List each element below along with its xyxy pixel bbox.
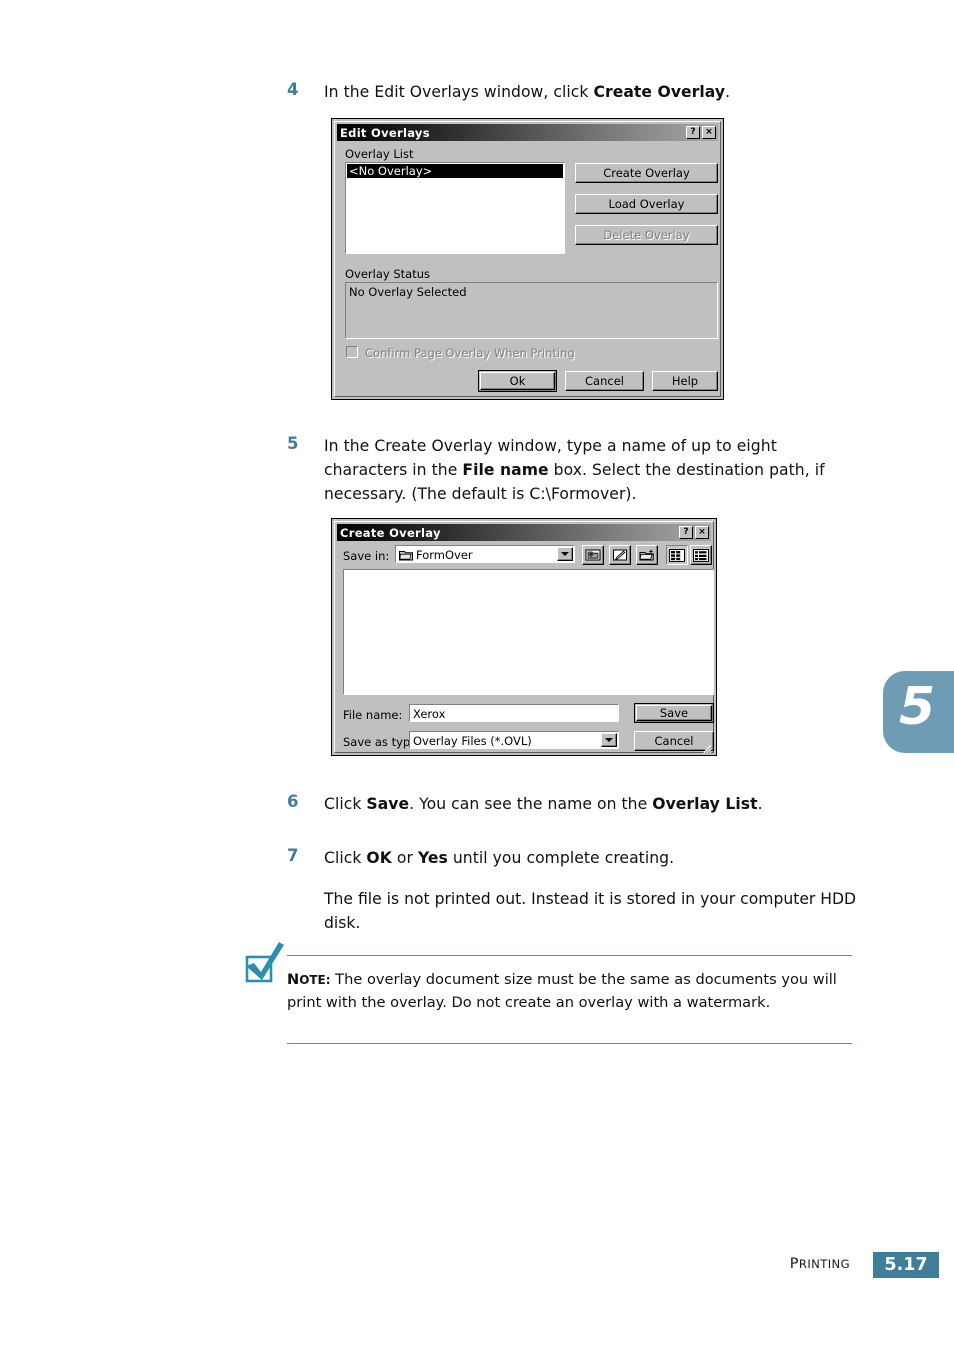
- resize-grip-icon[interactable]: [700, 739, 712, 754]
- step-6-text: Click Save. You can see the name on the …: [324, 795, 763, 813]
- save-in-value: FormOver: [416, 548, 473, 562]
- create-new-folder-icon[interactable]: [609, 545, 631, 565]
- overlay-status-value: No Overlay Selected: [349, 285, 467, 299]
- save-as-type-combo[interactable]: Overlay Files (*.OVL): [409, 731, 619, 749]
- edit-overlays-dialog-body: Edit Overlays ? × Overlay List <No Overl…: [334, 121, 721, 397]
- create-overlay-titlebar: Create Overlay ? ×: [337, 524, 711, 541]
- note-top-rule: [287, 955, 852, 956]
- overlay-list-label: Overlay List: [345, 147, 414, 161]
- edit-overlays-title: Edit Overlays: [340, 125, 430, 140]
- file-list-box[interactable]: [343, 569, 714, 695]
- create-overlay-button-label: Create Overlay: [603, 166, 690, 180]
- manual-page: 5 4 In the Edit Overlays window, click C…: [0, 0, 954, 1346]
- chevron-down-icon: [605, 738, 613, 742]
- confirm-page-overlay-checkbox: [346, 346, 358, 358]
- overlay-status-label: Overlay Status: [345, 267, 431, 281]
- save-as-type-value-wrap: Overlay Files (*.OVL): [413, 734, 532, 748]
- step-7-number: 7: [287, 846, 299, 865]
- edit-overlays-titlebar: Edit Overlays ? ×: [337, 124, 718, 141]
- chapter-number: 5: [899, 677, 935, 737]
- page-footer: PRINTING 5.17: [0, 1252, 954, 1278]
- save-button-label: Save: [659, 706, 689, 720]
- up-one-level-icon[interactable]: [582, 545, 604, 565]
- step-7: 7 Click OK or Yes until you complete cre…: [287, 846, 857, 870]
- footer-page-number: 5.17: [873, 1252, 939, 1278]
- cancel-button-label: Cancel: [654, 734, 694, 748]
- step-4-text: In the Edit Overlays window, click Creat…: [324, 83, 731, 101]
- save-in-combo[interactable]: FormOver: [395, 545, 575, 563]
- close-icon[interactable]: ×: [695, 526, 709, 539]
- cancel-button-label: Cancel: [585, 374, 624, 388]
- delete-overlay-button: Delete Overlay: [575, 225, 718, 245]
- note-text: NOTE: The overlay document size must be …: [287, 969, 852, 1013]
- delete-overlay-button-label: Delete Overlay: [603, 228, 690, 242]
- create-overlay-dialog: Create Overlay ? × Save in: FormOver Fil…: [331, 518, 717, 756]
- step-5-text: In the Create Overlay window, type a nam…: [324, 437, 825, 504]
- file-name-value: Xerox: [413, 707, 446, 721]
- help-button[interactable]: Help: [652, 371, 718, 391]
- load-overlay-button[interactable]: Load Overlay: [575, 194, 718, 214]
- create-overlay-dialog-body: Create Overlay ? × Save in: FormOver Fil…: [334, 521, 714, 754]
- help-button-label: Help: [671, 374, 699, 388]
- step-7-text: Click OK or Yes until you complete creat…: [324, 849, 675, 867]
- step-7-followup-text: The file is not printed out. Instead it …: [324, 890, 857, 933]
- ok-button-label: Ok: [509, 374, 526, 388]
- note-keyword: NOTE:: [287, 971, 331, 988]
- ok-button[interactable]: Ok: [478, 370, 557, 392]
- chevron-down-icon: [561, 552, 569, 556]
- list-item[interactable]: <No Overlay>: [347, 164, 563, 178]
- chapter-thumb-tab: 5: [883, 671, 954, 753]
- save-in-label: Save in:: [343, 549, 389, 563]
- edit-overlays-dialog: Edit Overlays ? × Overlay List <No Overl…: [331, 118, 724, 400]
- create-overlay-button[interactable]: Create Overlay: [575, 163, 718, 183]
- save-button[interactable]: Save: [634, 703, 714, 723]
- new-folder-star-icon[interactable]: [636, 545, 658, 565]
- confirm-page-overlay-label: Confirm Page Overlay When Printing: [365, 346, 575, 360]
- create-overlay-title: Create Overlay: [340, 525, 441, 540]
- save-in-label-text: Save in:: [343, 549, 390, 563]
- save-as-type-value: Overlay Files (*.OVL): [413, 734, 532, 748]
- step-6-number: 6: [287, 792, 299, 811]
- note-body: The overlay document size must be the sa…: [287, 971, 837, 1011]
- save-as-type-dropdown-arrow[interactable]: [601, 733, 617, 747]
- step-6: 6 Click Save. You can see the name on th…: [287, 792, 857, 816]
- step-4-number: 4: [287, 80, 299, 99]
- step-5-number: 5: [287, 434, 299, 453]
- cancel-button[interactable]: Cancel: [565, 371, 644, 391]
- note-bottom-rule: [287, 1043, 852, 1044]
- file-name-input[interactable]: Xerox: [409, 704, 619, 722]
- load-overlay-button-label: Load Overlay: [608, 197, 685, 211]
- save-in-dropdown-arrow[interactable]: [557, 547, 573, 561]
- close-icon[interactable]: ×: [702, 126, 716, 139]
- overlay-list-box[interactable]: <No Overlay>: [345, 162, 565, 254]
- step-5: 5 In the Create Overlay window, type a n…: [287, 434, 857, 507]
- step-4: 4 In the Edit Overlays window, click Cre…: [287, 80, 857, 104]
- list-view-icon[interactable]: [666, 545, 688, 565]
- help-icon[interactable]: ?: [679, 526, 693, 539]
- file-name-label: File name:: [343, 708, 403, 722]
- details-view-icon[interactable]: [690, 545, 712, 565]
- overlay-status-box: No Overlay Selected: [345, 282, 718, 339]
- help-icon[interactable]: ?: [686, 126, 700, 139]
- folder-icon: [399, 550, 413, 561]
- checkmark-icon: [240, 939, 288, 987]
- footer-section-label: PRINTING: [789, 1256, 850, 1272]
- save-in-value-wrap: FormOver: [399, 548, 473, 562]
